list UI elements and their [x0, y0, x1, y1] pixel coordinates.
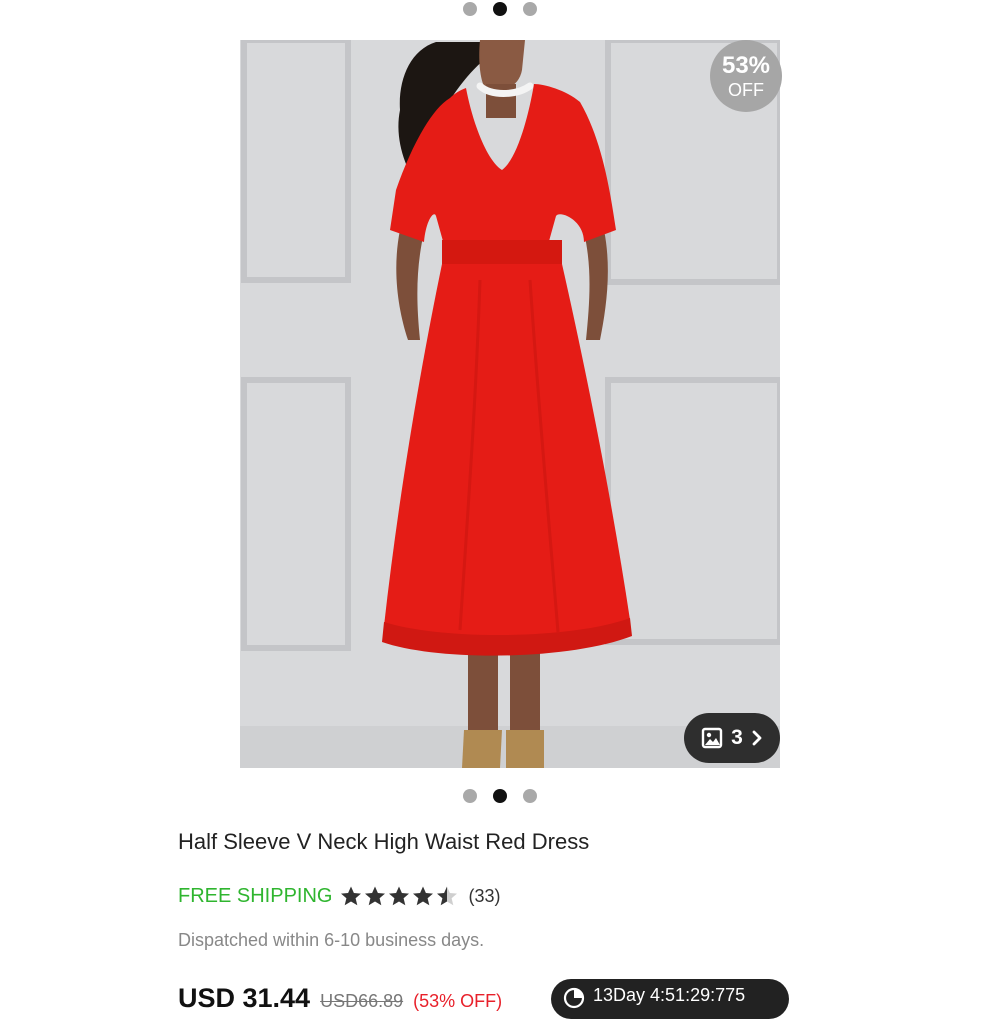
chevron-right-icon [752, 730, 762, 746]
product-image[interactable] [240, 40, 780, 768]
original-price: USD66.89 [320, 991, 404, 1011]
current-price: USD 31.44 [178, 983, 311, 1013]
star-icon [437, 886, 458, 906]
dispatch-info: Dispatched within 6-10 business days. [178, 930, 485, 950]
star-icon [341, 886, 362, 906]
star-icon [413, 886, 434, 906]
price-discount: (53% OFF) [413, 991, 503, 1011]
carousel-dot-active[interactable] [493, 789, 507, 803]
carousel-dot-active[interactable] [493, 2, 507, 16]
carousel-dot[interactable] [523, 2, 537, 16]
carousel-dot[interactable] [463, 789, 477, 803]
carousel-dot[interactable] [463, 2, 477, 16]
discount-percent: 53% [721, 51, 771, 79]
countdown-value: 13Day 4:51:29:775 [593, 985, 746, 1005]
free-shipping-label: FREE SHIPPING [178, 884, 333, 907]
review-count[interactable]: (33) [468, 886, 500, 907]
carousel-indicator-bottom [0, 786, 1000, 806]
discount-off-label: OFF [728, 79, 764, 100]
product-title: Half Sleeve V Neck High Waist Red Dress [178, 829, 590, 854]
carousel-dot[interactable] [523, 789, 537, 803]
discount-badge: 53% OFF [710, 40, 782, 112]
shipping-rating-row: FREE SHIPPING (33) [178, 881, 501, 911]
gallery-button[interactable]: 3 [684, 713, 780, 763]
star-icon [365, 886, 386, 906]
gallery-count: 3 [731, 726, 743, 749]
image-icon [701, 727, 723, 749]
countdown-timer: 13Day 4:51:29:775 [551, 979, 789, 1019]
rating-stars[interactable] [340, 885, 458, 907]
star-icon [389, 886, 410, 906]
price-row: USD 31.44 USD66.89 (53% OFF) [178, 983, 502, 1014]
carousel-indicator-top [0, 0, 1000, 19]
product-photo [240, 40, 780, 768]
clock-icon [563, 987, 585, 1009]
